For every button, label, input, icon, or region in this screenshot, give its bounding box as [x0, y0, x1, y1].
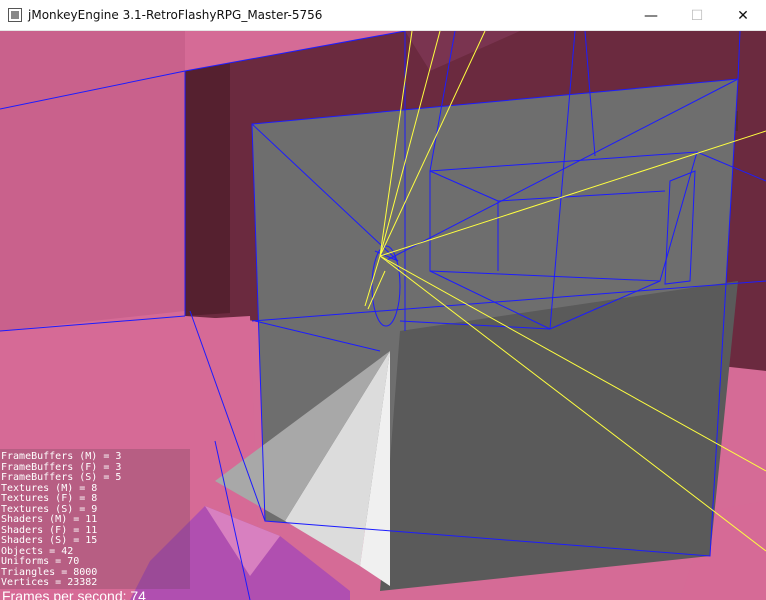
stats-overlay: FrameBuffers (M) = 3 FrameBuffers (F) = … [0, 449, 190, 589]
fps-counter: Frames per second: 74 [2, 588, 146, 600]
title-bar[interactable]: jMonkeyEngine 3.1-RetroFlashyRPG_Master-… [0, 0, 766, 31]
stat-vertices: Vertices = 23382 [1, 577, 98, 588]
left-wall [0, 31, 185, 331]
stat-framebuffers-m: FrameBuffers (M) = 3 [1, 451, 122, 462]
wall-shade [185, 63, 230, 316]
game-window: jMonkeyEngine 3.1-RetroFlashyRPG_Master-… [0, 0, 766, 600]
stat-framebuffers-s: FrameBuffers (S) = 5 [1, 472, 122, 483]
stat-shaders-m: Shaders (M) = 11 [1, 514, 98, 525]
stat-shaders-s: Shaders (S) = 15 [1, 535, 98, 546]
game-viewport[interactable]: FrameBuffers (M) = 3 FrameBuffers (F) = … [0, 31, 766, 600]
stat-uniforms: Uniforms = 70 [1, 556, 80, 567]
app-icon [8, 8, 22, 22]
minimize-button[interactable]: — [628, 0, 674, 31]
window-controls: — ☐ ✕ [628, 0, 766, 31]
maximize-button[interactable]: ☐ [674, 0, 720, 31]
stat-textures-f: Textures (F) = 8 [1, 493, 98, 504]
window-title: jMonkeyEngine 3.1-RetroFlashyRPG_Master-… [28, 8, 323, 22]
close-button[interactable]: ✕ [720, 0, 766, 31]
